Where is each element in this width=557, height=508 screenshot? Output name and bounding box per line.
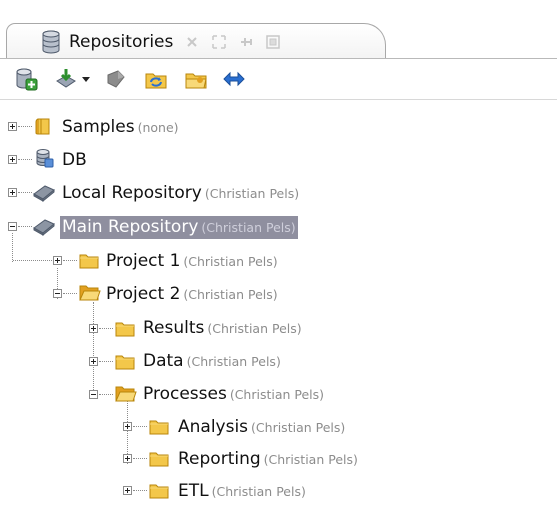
collapse-toggle[interactable]	[89, 390, 98, 399]
node-owner: (Christian Pels)	[204, 186, 300, 201]
node-owner: (none)	[137, 120, 179, 135]
tree-connector	[99, 328, 113, 329]
tree-node-label: Local Repository (Christian Pels)	[62, 182, 299, 205]
tree-node-etl-item[interactable]: ETL (Christian Pels)	[0, 474, 557, 508]
tree-node-analysis[interactable]: Analysis (Christian Pels)	[0, 410, 557, 444]
store-icon[interactable]	[104, 67, 128, 91]
node-owner: (Christian Pels)	[207, 321, 302, 336]
tree-node-label: Samples (none)	[62, 116, 179, 139]
tree-connector	[18, 126, 32, 127]
folder-icon	[79, 254, 99, 269]
tree-node-results[interactable]: Results (Christian Pels)	[0, 312, 557, 346]
node-owner: (Christian Pels)	[186, 354, 281, 369]
node-name: Main Repository	[62, 217, 199, 237]
view-tab-strip: Repositories	[0, 0, 557, 59]
expand-toggle[interactable]	[53, 256, 62, 265]
open-folder-icon[interactable]	[184, 67, 208, 91]
repository-toolbar	[0, 61, 557, 100]
folder-icon	[115, 355, 135, 370]
samples-icon	[35, 118, 50, 135]
expand-toggle[interactable]	[89, 357, 98, 366]
tree-connector	[99, 394, 113, 395]
add-repository-icon[interactable]	[14, 67, 38, 91]
tree-connector	[63, 260, 77, 261]
node-name: ETL	[178, 481, 209, 501]
tab-baseline	[0, 58, 557, 59]
folder-icon	[115, 322, 135, 337]
node-owner: (Christian Pels)	[183, 254, 278, 269]
tree-node-project-1[interactable]: Project 1 (Christian Pels)	[0, 244, 557, 278]
tree-node-label: Main Repository (Christian Pels)	[60, 216, 298, 239]
tree-connector	[133, 426, 147, 427]
tree-node-samples[interactable]: Samples (none)	[0, 110, 557, 144]
tree-node-main-repository[interactable]: Main Repository (Christian Pels)	[0, 210, 557, 244]
node-name: Analysis	[178, 417, 249, 437]
repository-icon	[33, 219, 55, 236]
refresh-icon[interactable]	[144, 67, 168, 91]
node-owner: (Christian Pels)	[183, 287, 278, 302]
tree-connector	[99, 361, 113, 362]
collapse-toggle[interactable]	[53, 289, 62, 298]
chevron-down-icon[interactable]	[80, 67, 92, 91]
folder-open-icon	[115, 386, 137, 402]
tree-connector	[18, 226, 32, 227]
expand-toggle[interactable]	[8, 155, 17, 164]
node-name: Data	[143, 351, 184, 371]
tree-node-local-repository[interactable]: Local Repository (Christian Pels)	[0, 176, 557, 210]
expand-toggle[interactable]	[89, 324, 98, 333]
tree-node-label: Data (Christian Pels)	[143, 350, 281, 373]
expand-toggle[interactable]	[8, 188, 17, 197]
expand-toggle[interactable]	[8, 122, 17, 131]
tree-node-data[interactable]: Data (Christian Pels)	[0, 345, 557, 379]
tree-connector	[18, 159, 32, 160]
folder-open-icon	[79, 285, 101, 301]
database-icon	[36, 149, 54, 168]
close-icon[interactable]	[184, 34, 200, 50]
tree-node-label: Project 1 (Christian Pels)	[106, 250, 278, 273]
tree-node-label: Results (Christian Pels)	[143, 317, 302, 340]
node-owner: (Christian Pels)	[251, 420, 346, 435]
import-icon[interactable]	[54, 67, 78, 91]
node-owner: (Christian Pels)	[201, 220, 296, 235]
node-name: Samples	[62, 117, 135, 137]
pin-icon[interactable]	[238, 34, 254, 50]
tree-connector	[133, 490, 147, 491]
collapse-toggle[interactable]	[8, 222, 17, 231]
node-owner: (Christian Pels)	[229, 387, 325, 402]
tree-node-project-2[interactable]: Project 2 (Christian Pels)	[0, 277, 557, 311]
link-editor-icon[interactable]	[222, 67, 246, 91]
repository-database-icon	[42, 30, 60, 53]
node-name: DB	[62, 150, 87, 170]
maximize-icon[interactable]	[211, 34, 227, 50]
tree-node-label: ETL (Christian Pels)	[178, 480, 306, 503]
repository-icon	[33, 185, 55, 202]
folder-icon	[149, 420, 169, 435]
expand-toggle[interactable]	[123, 422, 132, 431]
expand-toggle[interactable]	[123, 486, 132, 495]
node-name: Project 2	[106, 284, 181, 304]
tree-node-processes[interactable]: Processes (Christian Pels)	[0, 378, 557, 412]
tree-connector	[63, 293, 77, 294]
node-name: Processes	[143, 384, 227, 404]
tree-node-label: Project 2 (Christian Pels)	[106, 283, 278, 306]
folder-icon	[149, 484, 169, 499]
tree-node-label: Processes (Christian Pels)	[143, 383, 324, 406]
node-name: Results	[143, 318, 205, 338]
tab-title: Repositories	[69, 31, 174, 52]
tree-node-db[interactable]: DB	[0, 143, 557, 177]
node-name: Project 1	[106, 251, 181, 271]
node-owner: (Christian Pels)	[211, 484, 306, 499]
tree-connector	[18, 192, 32, 193]
tree-node-label: DB	[62, 149, 87, 171]
minimize-icon[interactable]	[265, 34, 281, 50]
repositories-tab[interactable]: Repositories	[6, 23, 386, 59]
tree-connector	[13, 260, 52, 261]
node-name: Local Repository	[62, 183, 202, 203]
tree-node-label: Analysis (Christian Pels)	[178, 416, 345, 439]
